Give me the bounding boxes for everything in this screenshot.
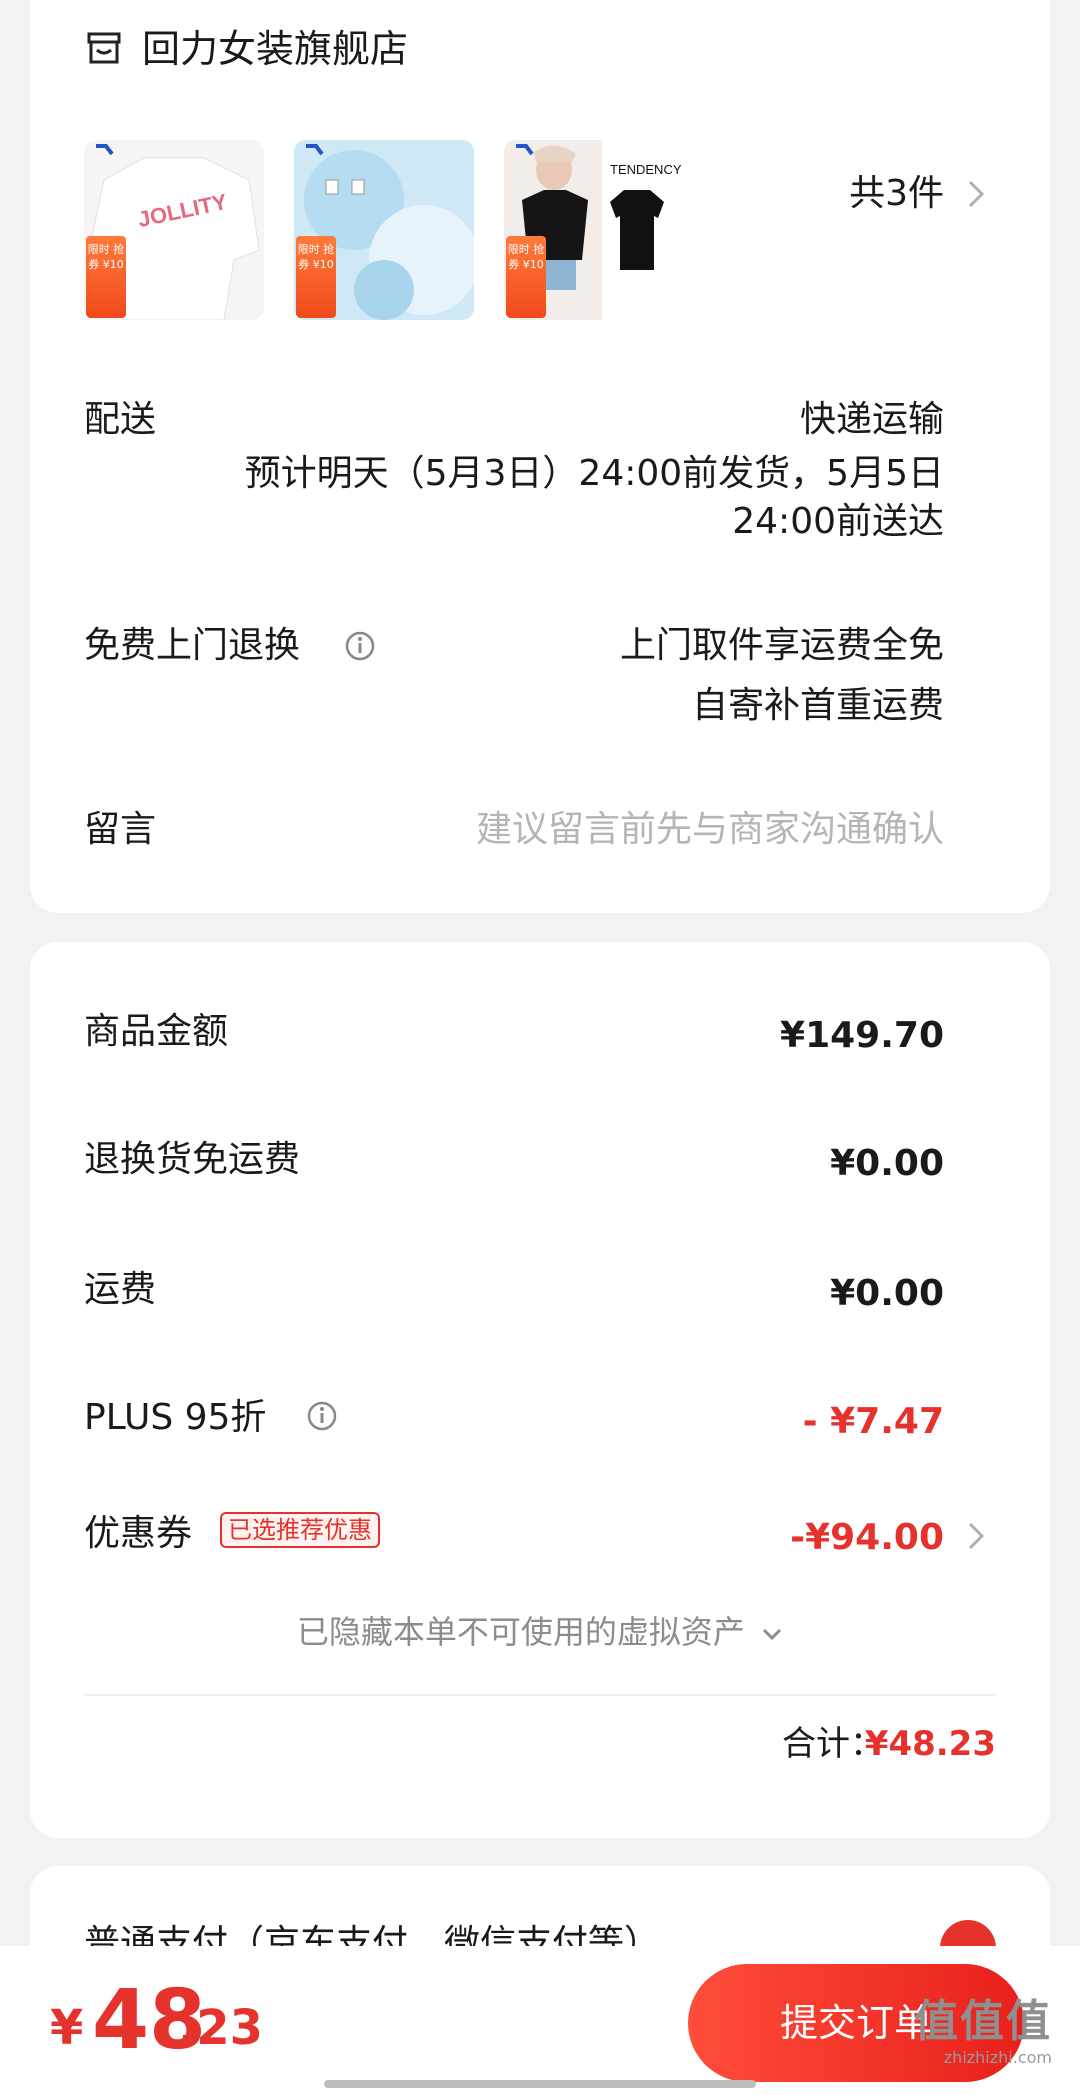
limited-coupon-badge: 限时 抢券 ¥10: [506, 236, 546, 318]
pay-amount-decimal: .23: [178, 2000, 264, 2056]
plus-discount-label: PLUS 95折: [84, 1397, 267, 1438]
limited-coupon-badge: 限时 抢券 ¥10: [86, 236, 126, 318]
hidden-assets-text: 已隐藏本单不可使用的虚拟资产: [296, 1613, 745, 1651]
return-shipping-label: 退换货免运费: [84, 1139, 301, 1180]
limited-coupon-badge: 限时 抢券 ¥10: [296, 236, 336, 318]
store-card: 回力女装旗舰店 JOLLITY 限时 抢券 ¥10 限时 抢券 ¥10 TEND…: [30, 0, 1050, 913]
watermark-logo: 值值值: [914, 1996, 1052, 2047]
divider: [84, 1694, 996, 1696]
price-card: 商品金额 ¥149.70 退换货免运费 ¥0.00 运费 ¥0.00 PLUS …: [30, 942, 1050, 1838]
coupon-value[interactable]: -¥94.00: [790, 1516, 944, 1560]
chevron-right-icon[interactable]: [964, 174, 988, 214]
info-icon[interactable]: [306, 1400, 338, 1432]
delivery-eta-line2: 24:00前送达: [732, 501, 944, 542]
shipping-fee-label: 运费: [84, 1269, 157, 1310]
store-name[interactable]: 回力女装旗舰店: [142, 26, 408, 72]
free-return-line2: 自寄补首重运费: [691, 685, 944, 726]
product-thumb[interactable]: JOLLITY 限时 抢券 ¥10: [84, 140, 264, 320]
message-input[interactable]: 建议留言前先与商家沟通确认: [476, 806, 944, 854]
item-count[interactable]: 共3件: [849, 172, 944, 216]
free-return-line1: 上门取件享运费全免: [619, 625, 944, 666]
plus-discount-value: - ¥7.47: [802, 1401, 944, 1442]
total-value: ¥48.23: [864, 1724, 996, 1764]
delivery-label: 配送: [84, 399, 157, 440]
watermark: 值值值 zhizhizhi.com: [914, 1996, 1052, 2068]
home-indicator: [324, 2080, 756, 2088]
hidden-assets-toggle[interactable]: 已隐藏本单不可使用的虚拟资产: [30, 1612, 1050, 1652]
goods-amount-label: 商品金额: [84, 1011, 229, 1052]
message-label: 留言: [84, 809, 157, 850]
product-thumb[interactable]: TENDENCY 限时 抢券 ¥10: [504, 140, 684, 320]
watermark-url: zhizhizhi.com: [943, 2048, 1052, 2067]
product-thumb[interactable]: 限时 抢券 ¥10: [294, 140, 474, 320]
chevron-down-icon: [763, 1628, 782, 1641]
chevron-right-icon[interactable]: [964, 1516, 988, 1556]
delivery-eta-line1: 预计明天（5月3日）24:00前发货，5月5日: [244, 453, 944, 494]
shipping-fee-value: ¥0.00: [830, 1273, 944, 1314]
return-shipping-value: ¥0.00: [830, 1143, 944, 1184]
free-return-label: 免费上门退换: [84, 625, 301, 666]
pay-currency: ¥: [50, 2000, 84, 2056]
coupon-label: 优惠券: [84, 1513, 193, 1554]
store-icon: [87, 32, 121, 64]
coupon-selected-badge: 已选推荐优惠: [220, 1512, 380, 1548]
info-icon[interactable]: [344, 630, 376, 662]
goods-amount-value: ¥149.70: [780, 1015, 944, 1056]
product-thumb-text: TENDENCY: [610, 162, 682, 177]
delivery-method[interactable]: 快递运输: [800, 396, 944, 444]
